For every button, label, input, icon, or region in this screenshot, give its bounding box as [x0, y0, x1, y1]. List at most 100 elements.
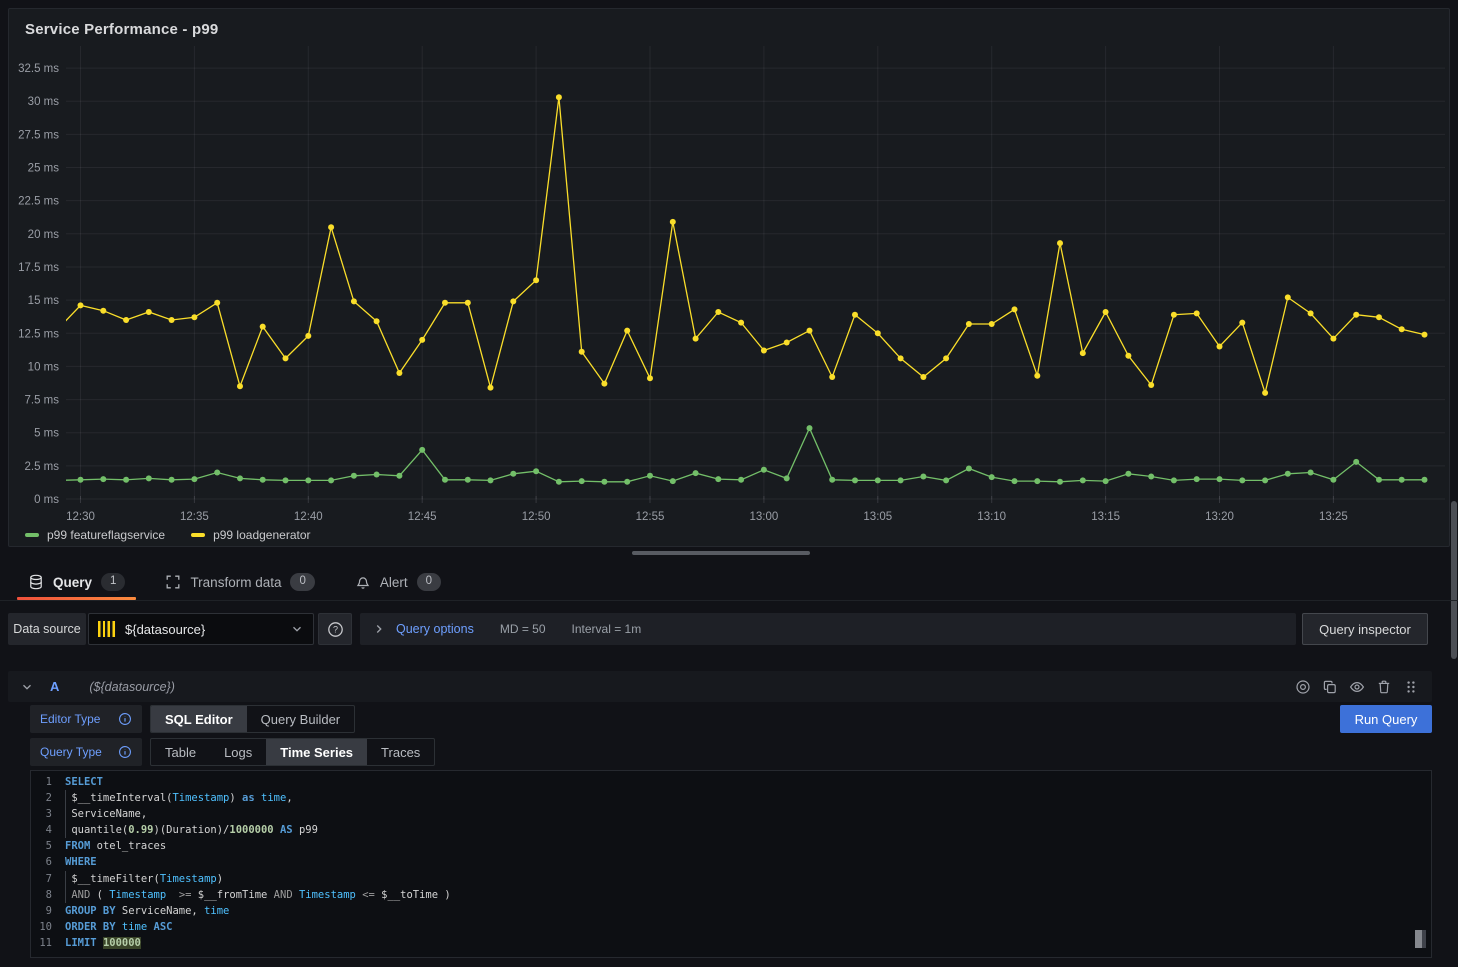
tab-query[interactable]: Query 1 — [16, 564, 137, 600]
svg-text:30 ms: 30 ms — [28, 96, 60, 108]
query-type-chip: Query Type — [30, 738, 142, 766]
timeseries-chart: 0 ms2.5 ms5 ms7.5 ms10 ms12.5 ms15 ms17.… — [9, 9, 1449, 546]
svg-text:12:35: 12:35 — [180, 511, 209, 523]
svg-text:13:05: 13:05 — [863, 511, 892, 523]
series-p99-featureflagservice — [55, 425, 1428, 485]
code-line-5[interactable]: 5FROM otel_traces — [31, 838, 1431, 854]
query-row-header[interactable]: A (${datasource}) — [8, 671, 1432, 702]
chart-legend: p99 featureflagservice p99 loadgenerator — [25, 528, 311, 542]
svg-text:13:10: 13:10 — [977, 511, 1006, 523]
chevron-down-icon — [290, 622, 304, 636]
panel-editor-tabs: Query 1 Transform data 0 Alert 0 — [16, 564, 453, 600]
legend-label: p99 featureflagservice — [47, 528, 165, 542]
query-count-badge: 1 — [101, 573, 125, 591]
query-type-traces[interactable]: Traces — [367, 739, 434, 765]
disable-query-icon[interactable] — [1294, 678, 1312, 696]
svg-text:12.5 ms: 12.5 ms — [18, 328, 59, 340]
duplicate-query-icon[interactable] — [1321, 678, 1339, 696]
tab-label: Query — [53, 575, 92, 590]
query-toolbar: Data source ${datasource} ? Query option… — [8, 613, 1428, 645]
legend-item-loadgenerator[interactable]: p99 loadgenerator — [191, 528, 310, 542]
sql-code-editor[interactable]: 1SELECT2 $__timeInterval(Timestamp) as t… — [30, 770, 1432, 958]
query-inspector-button[interactable]: Query inspector — [1302, 613, 1428, 645]
svg-text:17.5 ms: 17.5 ms — [18, 262, 59, 274]
transform-icon — [165, 574, 181, 590]
transform-count-badge: 0 — [290, 573, 314, 591]
svg-text:?: ? — [332, 624, 337, 634]
editor-type-chip: Editor Type — [30, 705, 142, 733]
datasource-value: ${datasource} — [125, 622, 205, 637]
svg-text:20 ms: 20 ms — [28, 229, 60, 241]
query-options-bar[interactable]: Query options MD = 50 Interval = 1m — [360, 613, 1296, 645]
database-icon — [28, 574, 44, 590]
svg-text:13:20: 13:20 — [1205, 511, 1234, 523]
code-line-10[interactable]: 10ORDER BY time ASC — [31, 919, 1431, 935]
hide-response-eye-icon[interactable] — [1348, 678, 1366, 696]
query-datasource-hint: (${datasource}) — [89, 680, 174, 694]
code-line-2[interactable]: 2 $__timeInterval(Timestamp) as time, — [31, 790, 1431, 806]
query-type-time-series[interactable]: Time Series — [266, 739, 367, 765]
svg-text:7.5 ms: 7.5 ms — [24, 395, 59, 407]
svg-text:5 ms: 5 ms — [34, 428, 59, 440]
editor-type-query-builder[interactable]: Query Builder — [247, 706, 354, 732]
query-type-label: Query Type — [40, 745, 102, 759]
svg-text:12:30: 12:30 — [66, 511, 95, 523]
code-line-9[interactable]: 9GROUP BY ServiceName, time — [31, 903, 1431, 919]
editor-type-sql-editor[interactable]: SQL Editor — [151, 706, 247, 732]
query-type-logs[interactable]: Logs — [210, 739, 266, 765]
svg-text:13:15: 13:15 — [1091, 511, 1120, 523]
editor-type-row: Editor Type SQL Editor Query Builder — [30, 705, 355, 733]
panel-title: Service Performance - p99 — [25, 21, 218, 38]
query-type-switch: Table Logs Time Series Traces — [150, 738, 435, 766]
horizontal-scrollbar-thumb[interactable] — [632, 551, 810, 555]
datasource-label: Data source — [8, 613, 86, 645]
svg-text:27.5 ms: 27.5 ms — [18, 129, 59, 141]
run-query-button[interactable]: Run Query — [1340, 705, 1432, 733]
max-data-points-summary: MD = 50 — [500, 622, 546, 636]
svg-text:12:55: 12:55 — [636, 511, 665, 523]
overview-ruler-marker[interactable] — [1415, 930, 1426, 948]
query-ref-id: A — [50, 679, 59, 694]
legend-swatch-green — [25, 533, 39, 537]
tab-label: Transform data — [190, 575, 281, 590]
delete-query-trash-icon[interactable] — [1375, 678, 1393, 696]
svg-text:13:25: 13:25 — [1319, 511, 1348, 523]
datasource-help-button[interactable]: ? — [318, 613, 352, 645]
legend-swatch-yellow — [191, 533, 205, 537]
code-line-6[interactable]: 6WHERE — [31, 854, 1431, 870]
svg-text:32.5 ms: 32.5 ms — [18, 63, 59, 75]
chevron-right-icon — [372, 622, 386, 636]
tab-alert[interactable]: Alert 0 — [343, 564, 453, 600]
tab-transform-data[interactable]: Transform data 0 — [153, 564, 326, 600]
code-line-4[interactable]: 4 quantile(0.99)(Duration)/1000000 AS p9… — [31, 822, 1431, 838]
svg-text:0 ms: 0 ms — [34, 494, 59, 506]
info-circle-icon[interactable] — [118, 745, 132, 759]
page-scrollbar-thumb[interactable] — [1451, 501, 1457, 659]
collapse-chevron-icon[interactable] — [20, 680, 34, 694]
svg-text:22.5 ms: 22.5 ms — [18, 196, 59, 208]
alert-count-badge: 0 — [417, 573, 441, 591]
query-type-row: Query Type Table Logs Time Series Traces — [30, 738, 435, 766]
code-line-11[interactable]: 11LIMIT 100000 — [31, 935, 1431, 951]
query-type-table[interactable]: Table — [151, 739, 210, 765]
svg-text:10 ms: 10 ms — [28, 361, 60, 373]
interval-summary: Interval = 1m — [572, 622, 642, 636]
code-lines: 1SELECT2 $__timeInterval(Timestamp) as t… — [31, 774, 1431, 951]
tabbar-divider — [0, 600, 1458, 601]
datasource-picker[interactable]: ${datasource} — [88, 613, 314, 645]
question-circle-icon: ? — [327, 621, 344, 638]
code-line-7[interactable]: 7 $__timeFilter(Timestamp) — [31, 871, 1431, 887]
drag-handle-icon[interactable] — [1402, 678, 1420, 696]
legend-label: p99 loadgenerator — [213, 528, 310, 542]
svg-text:2.5 ms: 2.5 ms — [24, 461, 59, 473]
svg-text:12:45: 12:45 — [408, 511, 437, 523]
code-line-3[interactable]: 3 ServiceName, — [31, 806, 1431, 822]
query-options-link[interactable]: Query options — [396, 622, 474, 636]
editor-type-label: Editor Type — [40, 712, 100, 726]
info-circle-icon[interactable] — [118, 712, 132, 726]
code-line-1[interactable]: 1SELECT — [31, 774, 1431, 790]
legend-item-featureflagservice[interactable]: p99 featureflagservice — [25, 528, 165, 542]
query-row-actions — [1294, 678, 1420, 696]
svg-text:13:00: 13:00 — [750, 511, 779, 523]
code-line-8[interactable]: 8 AND ( Timestamp >= $__fromTime AND Tim… — [31, 887, 1431, 903]
